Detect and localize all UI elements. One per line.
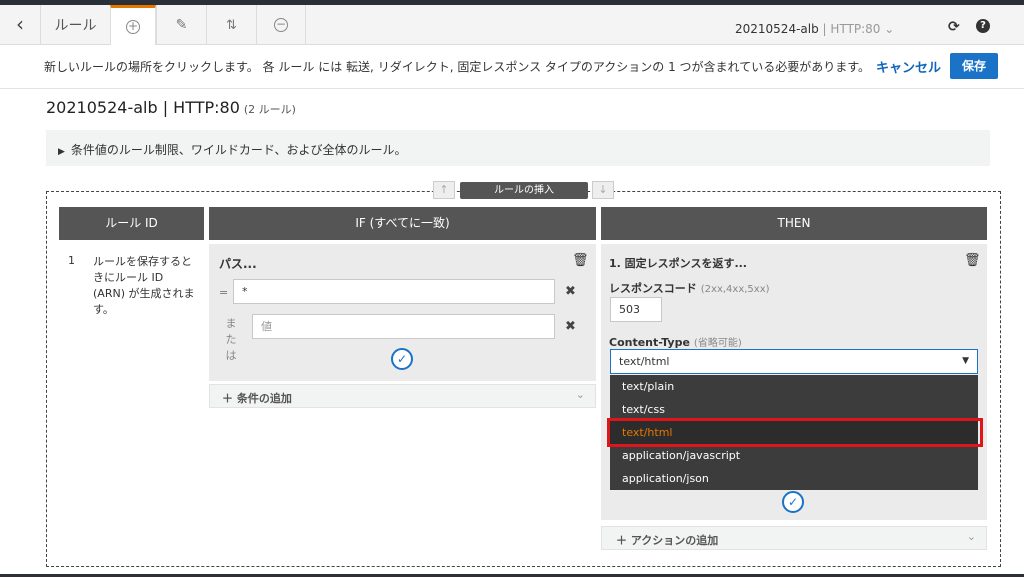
trash-icon[interactable]: 🗑 bbox=[572, 253, 589, 268]
check-icon[interactable]: ✓ bbox=[391, 348, 413, 370]
condition-title: パス... bbox=[219, 257, 257, 271]
instruction-bar: 新しいルールの場所をクリックします。 各 ルール には 転送, リダイレクト, … bbox=[0, 45, 1024, 89]
info-expander[interactable]: ▶ 条件値のルール制限、ワイルドカード、および全体のルール。 bbox=[46, 130, 990, 166]
response-code-label-text: レスポンスコード bbox=[609, 282, 697, 295]
tab-rules[interactable]: ルール bbox=[40, 5, 110, 45]
info-text: 条件値のルール制限、ワイルドカード、および全体のルール。 bbox=[70, 143, 407, 157]
chevron-left-icon: ‹ bbox=[16, 12, 24, 36]
rule-number: 1 bbox=[68, 254, 75, 267]
cancel-button[interactable]: キャンセル bbox=[876, 57, 941, 76]
pencil-icon: ✎ bbox=[175, 17, 188, 33]
path-value-input[interactable]: * bbox=[233, 279, 555, 304]
chevron-down-icon: ⌄ bbox=[966, 530, 976, 543]
plus-icon: ＋ bbox=[222, 392, 237, 405]
column-header-then: THEN bbox=[601, 207, 987, 240]
add-condition-content: ＋ 条件の追加 bbox=[222, 390, 292, 406]
response-code-input[interactable]: 503 bbox=[610, 297, 662, 322]
highlight-box bbox=[607, 418, 983, 447]
listener-selector[interactable]: 20210524-alb | HTTP:80 ⌄ bbox=[735, 22, 894, 36]
add-action-label: アクションの追加 bbox=[630, 534, 719, 547]
check-icon[interactable]: ✓ bbox=[782, 491, 804, 513]
dropdown-option-text-plain[interactable]: text/plain bbox=[610, 375, 978, 398]
trash-icon[interactable]: 🗑 bbox=[964, 253, 981, 268]
caret-down-icon: ▼ bbox=[962, 356, 969, 366]
action-title: 1. 固定レスポンスを返す... bbox=[609, 257, 747, 270]
close-icon[interactable]: ✖ bbox=[565, 319, 576, 334]
add-condition-label: 条件の追加 bbox=[236, 392, 292, 405]
minus-circle-icon: − bbox=[274, 17, 288, 32]
dropdown-option-application-javascript[interactable]: application/javascript bbox=[610, 444, 978, 467]
move-up-icon[interactable]: ↑ bbox=[433, 181, 455, 199]
reorder-rule-tab[interactable]: ⇅ bbox=[206, 5, 256, 45]
close-icon[interactable]: ✖ bbox=[565, 284, 576, 299]
add-action-content: ＋ アクションの追加 bbox=[616, 532, 718, 548]
info-expander-content: ▶ 条件値のルール制限、ワイルドカード、および全体のルール。 bbox=[58, 141, 406, 158]
page-title: 20210524-alb | HTTP:80 (2 ルール) bbox=[46, 98, 296, 117]
content-type-value: text/html bbox=[619, 355, 670, 368]
rule-count: (2 ルール) bbox=[243, 103, 296, 116]
content-type-hint: (省略可能) bbox=[693, 338, 742, 349]
back-button[interactable]: ‹ bbox=[6, 13, 34, 37]
instruction-text: 新しいルールの場所をクリックします。 各 ルール には 転送, リダイレクト, … bbox=[44, 60, 870, 74]
condition-panel: パス... 🗑 = * ✖ または 値 ✖ ✓ bbox=[209, 244, 596, 381]
edit-rule-tab[interactable]: ✎ bbox=[156, 5, 206, 45]
add-condition-button[interactable]: ＋ 条件の追加 ⌄ bbox=[209, 384, 596, 408]
save-button[interactable]: 保存 bbox=[950, 53, 998, 79]
content-type-select[interactable]: text/html ▼ bbox=[610, 349, 978, 374]
insert-rule-button[interactable]: ルールの挿入 bbox=[460, 182, 588, 199]
plus-circle-icon: + bbox=[126, 18, 140, 34]
or-value-input[interactable]: 値 bbox=[252, 314, 555, 339]
listener-name: HTTP:80 bbox=[830, 22, 881, 36]
response-code-hint: (2xx,4xx,5xx) bbox=[700, 284, 770, 295]
help-icon[interactable]: ? bbox=[976, 19, 990, 33]
or-label: または bbox=[225, 317, 237, 362]
caret-right-icon: ▶ bbox=[58, 147, 65, 157]
add-rule-tab[interactable]: + bbox=[110, 5, 156, 45]
dropdown-option-application-json[interactable]: application/json bbox=[610, 467, 978, 490]
column-header-if: IF (すべてに一致) bbox=[209, 207, 596, 240]
load-balancer-name: 20210524-alb bbox=[735, 22, 819, 36]
plus-icon: ＋ bbox=[616, 534, 631, 547]
add-action-button[interactable]: ＋ アクションの追加 ⌄ bbox=[601, 526, 987, 550]
response-code-label: レスポンスコード (2xx,4xx,5xx) bbox=[609, 280, 770, 296]
column-header-rule-id: ルール ID bbox=[59, 207, 204, 240]
tab-rules-label: ルール bbox=[54, 18, 97, 34]
reorder-arrows-icon: ⇅ bbox=[226, 17, 237, 33]
page-title-text: 20210524-alb | HTTP:80 bbox=[46, 98, 240, 117]
equals-label: = bbox=[219, 286, 229, 299]
refresh-icon[interactable]: ⟳ bbox=[948, 19, 960, 35]
delete-rule-tab[interactable]: − bbox=[256, 5, 306, 45]
listener-separator: | bbox=[822, 22, 827, 36]
rule-id-note: ルールを保存するときにルール ID (ARN) が生成されます。 bbox=[93, 255, 195, 316]
content-type-label-text: Content-Type bbox=[609, 336, 690, 349]
move-down-icon[interactable]: ↓ bbox=[592, 181, 614, 199]
chevron-down-icon: ⌄ bbox=[575, 388, 585, 401]
toolbar: ‹ ルール + ✎ ⇅ − 20210524-alb | HTTP:80 ⌄ ⟳… bbox=[0, 5, 1024, 45]
content-type-label: Content-Type (省略可能) bbox=[609, 334, 742, 349]
chevron-down-icon: ⌄ bbox=[884, 22, 895, 36]
